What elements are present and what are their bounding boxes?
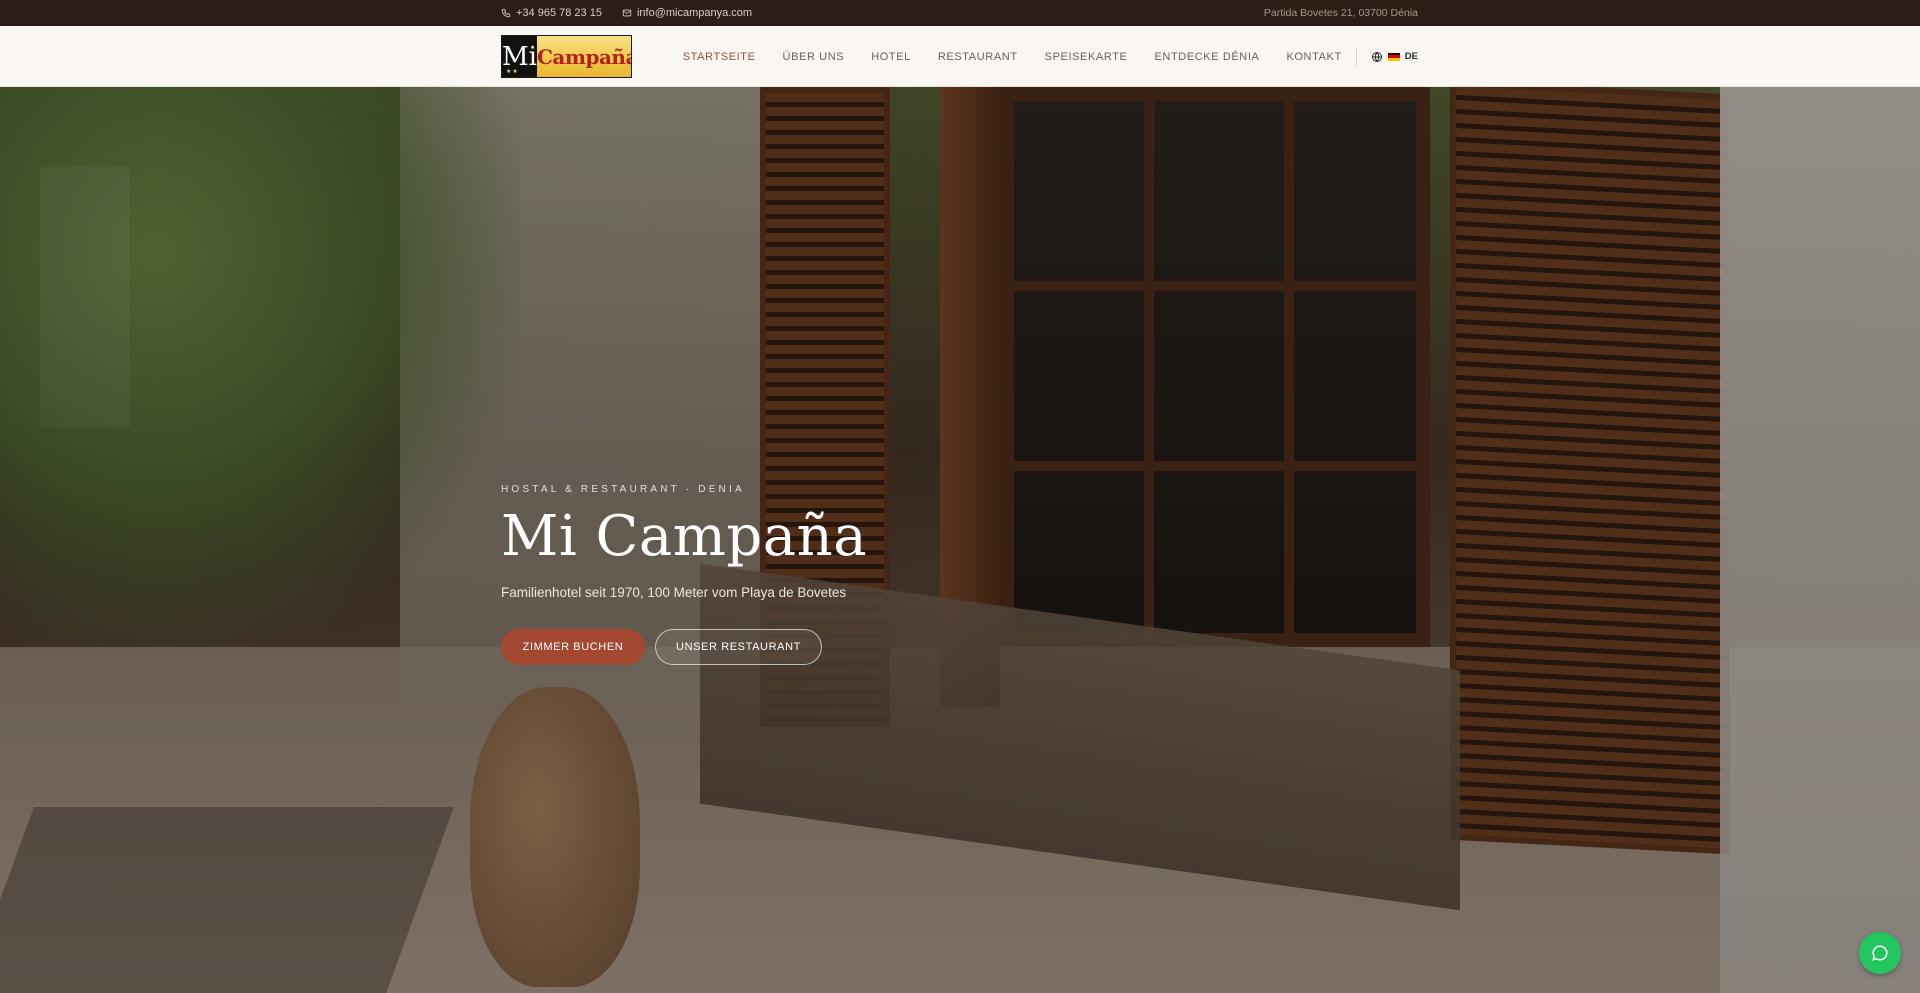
nav-item-ueber-uns[interactable]: ÜBER UNS xyxy=(783,51,845,63)
phone-number: +34 965 78 23 15 xyxy=(516,7,602,19)
hero-eyebrow: HOSTAL & RESTAURANT · DENIA xyxy=(501,484,745,495)
top-info-bar: +34 965 78 23 15 info@micampanya.com Par… xyxy=(0,0,1920,26)
email-contact[interactable]: info@micampanya.com xyxy=(622,7,752,19)
nav-item-speisekarte[interactable]: SPEISEKARTE xyxy=(1045,51,1128,63)
nav-item-entdecke-denia[interactable]: ENTDECKE DÉNIA xyxy=(1154,51,1259,63)
hero-subtitle: Familienhotel seit 1970, 100 Meter vom P… xyxy=(501,585,847,600)
main-nav: STARTSEITE ÜBER UNS HOTEL RESTAURANT SPE… xyxy=(656,46,1418,67)
hero-buttons: ZIMMER BUCHEN UNSER RESTAURANT xyxy=(501,629,867,665)
hero-background-image xyxy=(0,87,1920,993)
site-logo[interactable]: Mi ★★ Campaña xyxy=(501,35,632,78)
mail-icon xyxy=(622,9,632,17)
nav-item-restaurant[interactable]: RESTAURANT xyxy=(938,51,1018,63)
chat-button[interactable] xyxy=(1859,932,1901,974)
our-restaurant-button[interactable]: UNSER RESTAURANT xyxy=(655,629,822,665)
german-flag-icon xyxy=(1387,52,1400,61)
logo-mi-text: Mi xyxy=(502,41,537,72)
logo-stars: ★★ xyxy=(506,68,519,75)
logo-mi: Mi ★★ xyxy=(502,36,537,77)
phone-contact[interactable]: +34 965 78 23 15 xyxy=(501,7,602,19)
hero-section: HOSTAL & RESTAURANT · DENIA Mi Campaña F… xyxy=(0,87,1920,993)
site-header: Mi ★★ Campaña STARTSEITE ÜBER UNS HOTEL … xyxy=(0,26,1920,87)
language-code: DE xyxy=(1404,51,1418,62)
email-address: info@micampanya.com xyxy=(636,7,753,19)
language-switcher[interactable]: DE xyxy=(1371,51,1418,63)
phone-icon xyxy=(501,8,511,18)
hero-title: Mi Campaña xyxy=(501,504,868,569)
address: Partida Bovetes 21, 03700 Dénia xyxy=(1263,7,1418,19)
nav-item-startseite[interactable]: STARTSEITE xyxy=(683,51,756,63)
globe-icon xyxy=(1371,51,1382,62)
nav-divider xyxy=(1355,46,1357,67)
nav-item-hotel[interactable]: HOTEL xyxy=(871,51,911,63)
hero-content: HOSTAL & RESTAURANT · DENIA Mi Campaña F… xyxy=(501,484,867,665)
logo-campana: Campaña xyxy=(536,36,631,77)
nav-item-kontakt[interactable]: KONTAKT xyxy=(1286,51,1341,63)
book-room-button[interactable]: ZIMMER BUCHEN xyxy=(501,629,645,665)
chat-bubble-icon xyxy=(1872,945,1888,961)
